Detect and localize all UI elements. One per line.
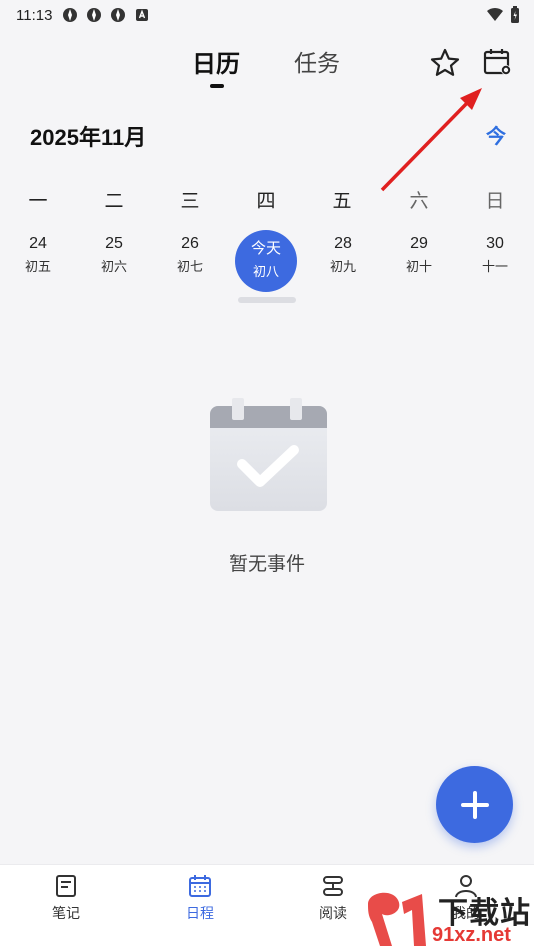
calendar-icon <box>189 875 211 897</box>
day-lunar: 初八 <box>252 265 279 280</box>
calendar-settings-button[interactable] <box>480 45 514 79</box>
app-notification-icon <box>111 8 126 22</box>
nav-label: 阅读 <box>319 906 347 922</box>
favorite-button[interactable] <box>428 46 462 80</box>
weekday-sun: 日 <box>485 190 505 212</box>
app-notification-icon <box>63 8 78 22</box>
keyboard-notification-icon <box>136 9 149 21</box>
watermark-sub: 91xz.net <box>432 924 511 946</box>
day-number: 25 <box>105 235 123 252</box>
annotation-arrow <box>380 88 482 192</box>
weekday-sat: 六 <box>409 190 429 212</box>
status-bar: 11:13 <box>0 0 534 30</box>
day-lunar: 初十 <box>405 260 432 275</box>
add-event-button[interactable] <box>436 766 513 843</box>
wifi-icon <box>487 7 503 21</box>
expand-handle[interactable] <box>238 297 296 303</box>
star-icon <box>430 48 460 76</box>
day-lunar: 初五 <box>24 260 51 275</box>
day-number: 28 <box>334 235 352 252</box>
weekday-fri: 五 <box>332 190 352 212</box>
read-icon <box>323 876 343 896</box>
weekday-wed: 三 <box>180 190 200 212</box>
day-cell[interactable]: 30 十一 <box>463 232 527 296</box>
note-icon <box>56 875 76 897</box>
battery-icon <box>511 6 519 23</box>
day-number: 今天 <box>250 240 281 257</box>
go-today-button[interactable]: 今 <box>486 120 506 149</box>
tab-indicator <box>210 84 224 88</box>
tab-calendar[interactable]: 日历 <box>192 44 240 79</box>
day-cell[interactable]: 25 初六 <box>82 232 146 296</box>
weekday-thu: 四 <box>256 190 276 212</box>
nav-item-schedule[interactable]: 日程 <box>160 873 240 923</box>
app-notification-icon <box>87 8 102 22</box>
nav-label: 日程 <box>186 906 214 922</box>
day-cell[interactable]: 28 初九 <box>311 232 375 296</box>
nav-item-read[interactable]: 阅读 <box>293 873 373 923</box>
plus-icon <box>460 790 489 819</box>
weekday-mon: 一 <box>28 190 48 212</box>
day-lunar: 初七 <box>176 260 203 275</box>
calendar-settings-icon <box>483 49 511 75</box>
empty-state-text: 暂无事件 <box>228 553 305 575</box>
day-cell[interactable]: 26 初七 <box>158 232 222 296</box>
status-right <box>486 6 520 24</box>
day-lunar: 初九 <box>329 260 356 275</box>
day-cell[interactable]: 24 初五 <box>6 232 70 296</box>
day-number: 24 <box>29 235 47 252</box>
week-row: 24 初五 25 初六 26 初七 今天 初八 28 初九 29 初十 30 十… <box>0 230 534 292</box>
day-number: 30 <box>486 235 504 252</box>
month-title[interactable]: 2025年11月 <box>30 120 146 152</box>
day-lunar: 初六 <box>100 260 127 275</box>
nav-label: 笔记 <box>52 906 80 922</box>
status-time: 11:13 <box>16 6 53 24</box>
day-cell-today[interactable]: 今天 初八 <box>235 230 297 292</box>
day-lunar: 十一 <box>481 260 508 275</box>
day-number: 29 <box>410 235 428 252</box>
weekday-header: 一 二 三 四 五 六 日 <box>0 186 534 216</box>
weekday-tue: 二 <box>104 190 124 212</box>
tab-tasks[interactable]: 任务 <box>294 44 340 78</box>
nav-item-notes[interactable]: 笔记 <box>26 873 106 923</box>
day-number: 26 <box>181 235 199 252</box>
empty-calendar-icon <box>210 398 327 511</box>
day-cell[interactable]: 29 初十 <box>387 232 451 296</box>
